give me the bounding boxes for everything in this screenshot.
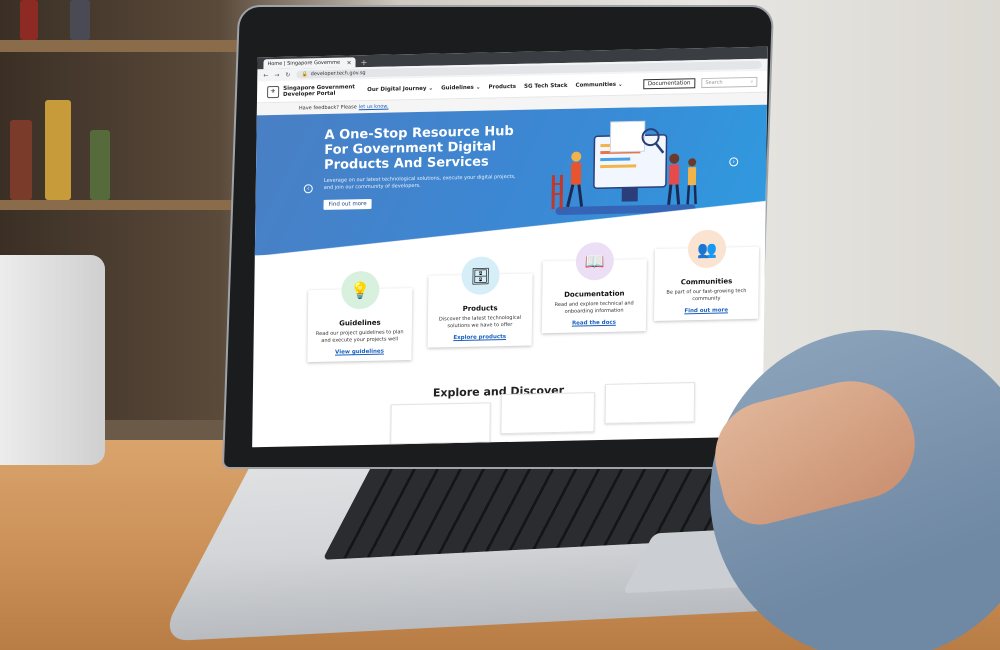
server-icon: 🗄 xyxy=(461,256,500,295)
nav-communities[interactable]: Communities ⌄ xyxy=(575,81,622,88)
find-out-more-link[interactable]: Find out more xyxy=(660,307,752,315)
nav-our-digital-journey[interactable]: Our Digital Journey ⌄ xyxy=(367,85,433,92)
feedback-text: Have feedback? Please xyxy=(298,104,357,112)
logo-line-2: Developer Portal xyxy=(283,90,336,98)
card-communities: 👥 Communities Be part of our fast-growin… xyxy=(653,229,760,321)
hero-subtitle: Leverage on our latest technological sol… xyxy=(323,173,516,191)
nav-label: Communities xyxy=(575,81,617,89)
nav-label: Products xyxy=(488,83,517,91)
card-documentation: 📖 Documentation Read and explore technic… xyxy=(541,241,647,334)
white-cup xyxy=(0,255,105,465)
hero-banner: ‹ › A One-Stop Resource Hub For Governme… xyxy=(254,104,768,256)
view-guidelines-link[interactable]: View guidelines xyxy=(313,348,405,356)
lock-icon: 🔒 xyxy=(301,71,308,78)
carousel-prev-icon[interactable]: ‹ xyxy=(303,184,313,194)
bottle xyxy=(20,0,38,40)
card-products: 🗄 Products Discover the latest technolog… xyxy=(427,256,533,348)
crest-icon: ⚜ xyxy=(267,85,280,98)
read-the-docs-link[interactable]: Read the docs xyxy=(548,319,640,327)
explore-card[interactable] xyxy=(604,382,696,424)
reload-icon[interactable]: ↻ xyxy=(285,71,290,78)
book-icon: 📖 xyxy=(575,241,615,281)
card-desc: Read our project guidelines to plan and … xyxy=(315,329,404,344)
nav-products[interactable]: Products xyxy=(488,83,516,90)
url-text: developer.tech.gov.sg xyxy=(310,70,366,78)
documentation-button[interactable]: Documentation xyxy=(642,77,696,89)
card-title: Guidelines xyxy=(339,318,381,328)
bottle xyxy=(90,130,110,200)
laptop-screen: Home | Singapore Governme × + ← → ↻ 🔒 de… xyxy=(252,46,768,448)
close-icon[interactable]: × xyxy=(346,59,351,66)
site-logo[interactable]: ⚜ Singapore Government Developer Portal xyxy=(267,84,359,98)
search-icon: ⌕ xyxy=(750,78,754,85)
nav-label: SG Tech Stack xyxy=(523,82,568,90)
bottle xyxy=(70,0,90,40)
bottle xyxy=(10,120,32,200)
explore-card[interactable] xyxy=(390,402,491,445)
nav-label: Our Digital Journey xyxy=(367,85,427,93)
card-desc: Be part of our fast-growing tech communi… xyxy=(666,288,747,302)
back-icon[interactable]: ← xyxy=(263,72,268,79)
tab-title: Home | Singapore Governme xyxy=(267,59,341,68)
card-desc: Read and explore technical and onboardin… xyxy=(554,300,634,315)
people-chat-icon: 👥 xyxy=(687,229,727,269)
forward-icon[interactable]: → xyxy=(274,71,279,78)
search-input[interactable]: Search ⌕ xyxy=(701,76,758,88)
chevron-down-icon: ⌄ xyxy=(428,85,434,92)
hero-title: A One-Stop Resource Hub For Government D… xyxy=(323,123,514,173)
card-title: Communities xyxy=(680,277,733,287)
feature-cards: 💡 Guidelines Read our project guidelines… xyxy=(301,229,768,376)
card-guidelines: 💡 Guidelines Read our project guidelines… xyxy=(307,270,413,363)
explore-products-link[interactable]: Explore products xyxy=(434,334,526,342)
bottle xyxy=(45,100,71,200)
card-desc: Discover the latest technological soluti… xyxy=(438,314,522,329)
carousel-next-icon[interactable]: › xyxy=(729,157,739,167)
nav-label: Guidelines xyxy=(441,84,474,92)
feedback-link[interactable]: let us know. xyxy=(359,104,389,111)
card-title: Documentation xyxy=(564,289,625,299)
card-title: Products xyxy=(462,304,498,313)
nav-guidelines[interactable]: Guidelines ⌄ xyxy=(441,84,480,91)
chevron-down-icon: ⌄ xyxy=(618,81,623,88)
new-tab-icon[interactable]: + xyxy=(360,58,367,67)
chevron-down-icon: ⌄ xyxy=(475,84,481,91)
lightbulb-icon: 💡 xyxy=(341,270,380,310)
hero-cta-button[interactable]: Find out more xyxy=(323,198,372,210)
nav-sg-tech-stack[interactable]: SG Tech Stack xyxy=(524,82,568,89)
explore-card[interactable] xyxy=(500,392,595,435)
search-placeholder: Search xyxy=(705,79,723,86)
browser-tab[interactable]: Home | Singapore Governme × xyxy=(263,57,356,70)
hero-illustration xyxy=(551,120,697,215)
